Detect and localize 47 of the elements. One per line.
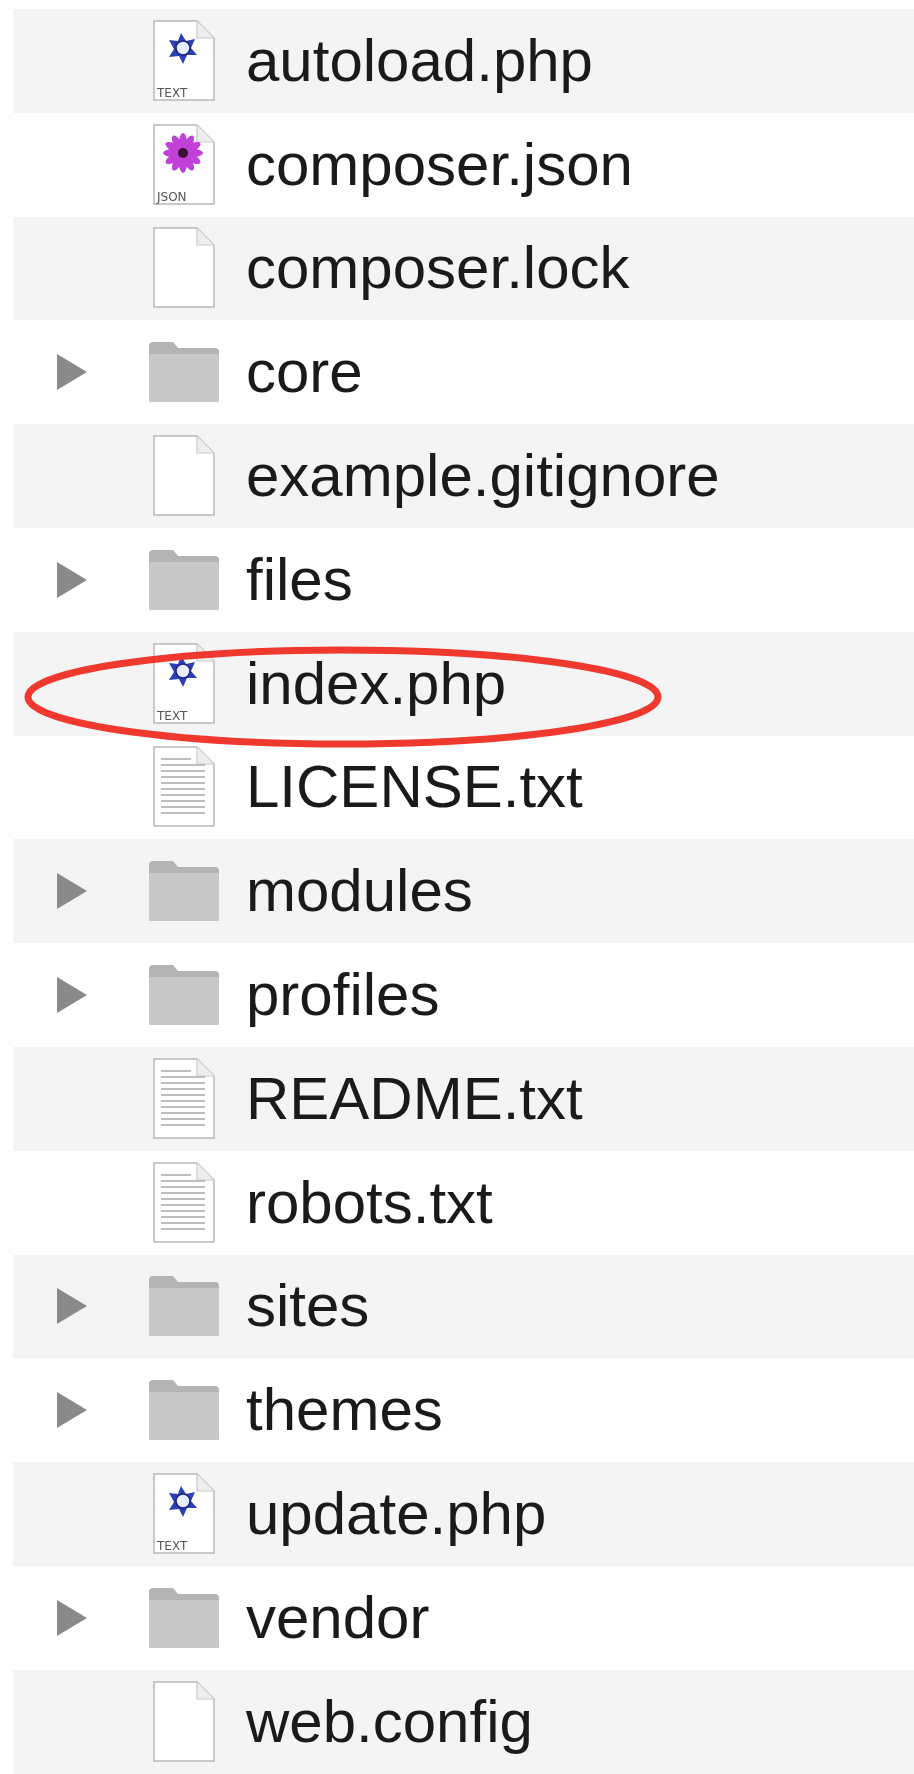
file-row[interactable]: TEXT index.php <box>13 631 914 736</box>
file-name: web.config <box>246 1691 533 1752</box>
php-file-icon <box>151 1472 217 1557</box>
file-name: profiles <box>246 965 440 1026</box>
file-name: autoload.php <box>246 30 593 91</box>
folder-icon <box>147 963 221 1028</box>
file-name: update.php <box>246 1484 547 1545</box>
file-name: example.gitignore <box>246 446 720 507</box>
folder-icon <box>147 547 221 612</box>
php-file-icon <box>151 641 217 726</box>
folder-icon <box>147 1274 221 1339</box>
file-row[interactable]: sites <box>13 1254 914 1359</box>
file-row[interactable]: example.gitignore <box>13 424 914 528</box>
file-name: index.php <box>246 653 507 714</box>
blank-file-icon <box>151 226 217 311</box>
file-name: composer.lock <box>246 238 630 299</box>
icon-label: TEXT <box>157 709 188 722</box>
blank-file-icon <box>151 1679 217 1764</box>
file-row[interactable]: modules <box>13 839 914 944</box>
file-name: LICENSE.txt <box>246 757 583 818</box>
text-file-icon <box>151 745 217 830</box>
file-name: core <box>246 342 363 403</box>
folder-icon <box>147 1378 221 1443</box>
file-name: README.txt <box>246 1068 583 1129</box>
file-row[interactable]: TEXT autoload.php <box>13 9 914 113</box>
folder-icon <box>147 859 221 924</box>
json-file-icon <box>151 122 217 207</box>
file-name: files <box>246 549 353 610</box>
file-name: composer.json <box>246 134 633 195</box>
text-file-icon <box>151 1160 217 1245</box>
icon-label: JSON <box>157 190 187 203</box>
folder-icon <box>147 340 221 405</box>
folder-icon <box>147 1585 221 1650</box>
file-row[interactable]: TEXT update.php <box>13 1462 914 1566</box>
file-name: sites <box>246 1276 370 1337</box>
php-file-icon <box>151 18 217 103</box>
file-name: themes <box>246 1380 443 1441</box>
text-file-icon <box>151 1056 217 1141</box>
file-row[interactable]: README.txt <box>13 1046 914 1151</box>
blank-file-icon <box>151 434 217 519</box>
file-name: robots.txt <box>246 1172 493 1233</box>
file-name: modules <box>246 861 473 922</box>
file-row[interactable]: web.config <box>13 1669 914 1774</box>
icon-label: TEXT <box>157 86 188 99</box>
file-row[interactable]: composer.lock <box>13 216 914 321</box>
file-name: vendor <box>246 1587 430 1648</box>
icon-label: TEXT <box>157 1540 188 1553</box>
